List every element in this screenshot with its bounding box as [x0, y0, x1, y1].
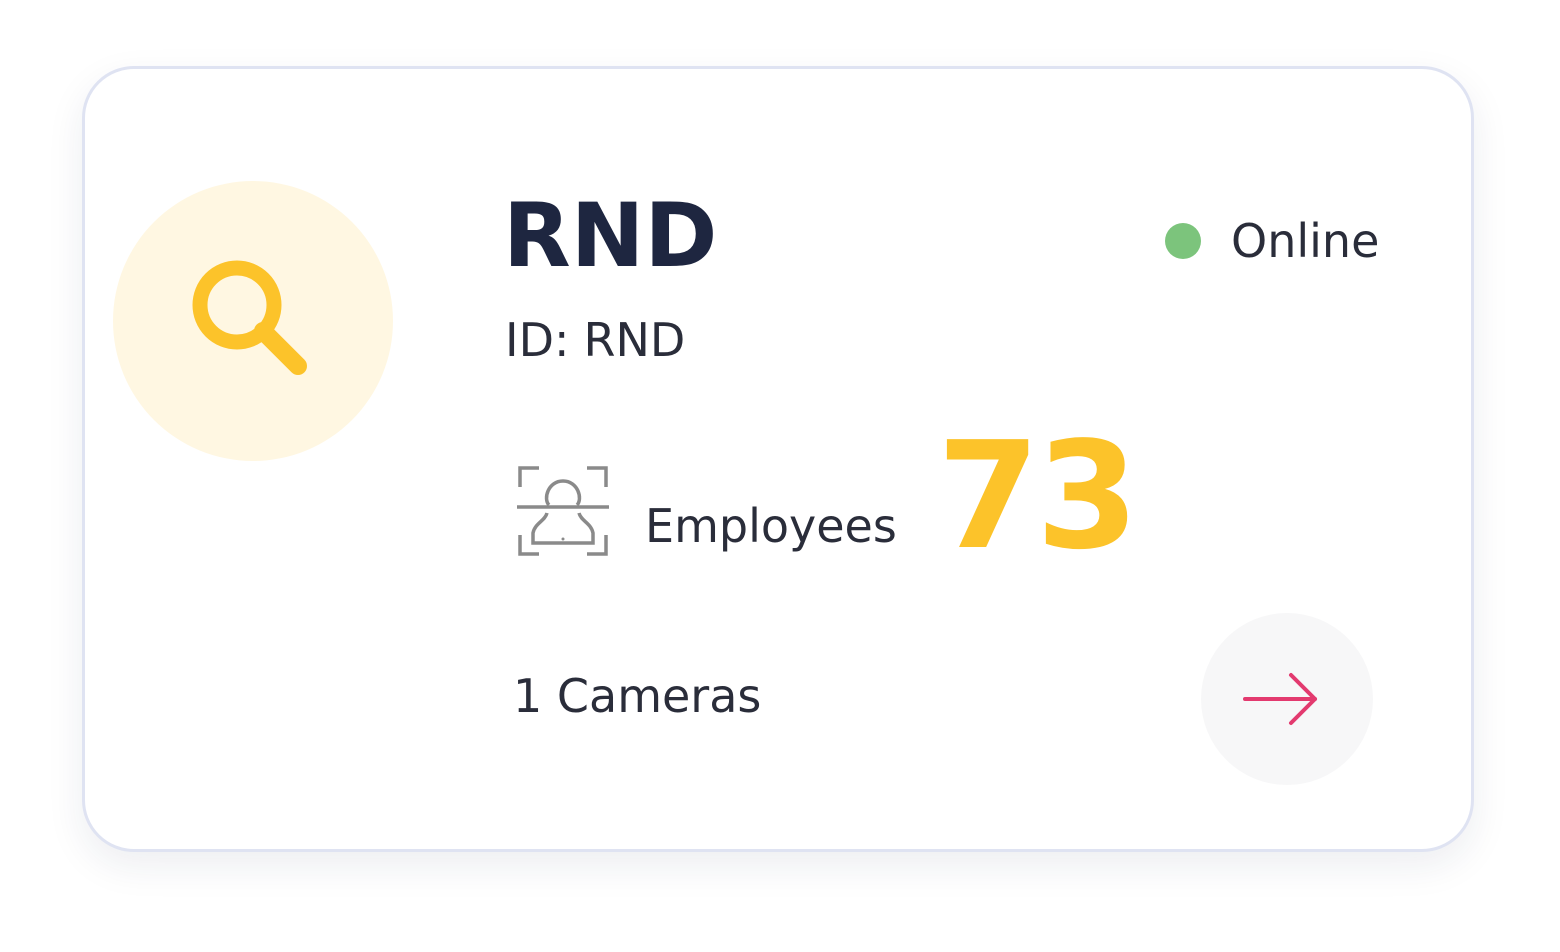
id-value: RND	[583, 313, 686, 367]
avatar	[113, 181, 393, 461]
cameras-count: 1 Cameras	[513, 669, 762, 723]
employee-count: 73	[937, 410, 1139, 582]
arrow-right-icon	[1243, 673, 1317, 725]
open-details-button[interactable]	[1201, 613, 1373, 785]
entity-card[interactable]: RND Online ID: RND Employees 73 1 Camera…	[82, 66, 1474, 852]
status-dot	[1165, 223, 1201, 259]
entity-title: RND	[503, 184, 718, 287]
employees-label: Employees	[645, 499, 897, 553]
status-label: Online	[1231, 214, 1380, 268]
id-label: ID:	[505, 313, 570, 367]
entity-id: ID: RND	[505, 313, 685, 367]
status-indicator: Online	[1165, 211, 1379, 271]
search-icon	[192, 260, 307, 375]
face-scan-icon	[517, 466, 609, 556]
